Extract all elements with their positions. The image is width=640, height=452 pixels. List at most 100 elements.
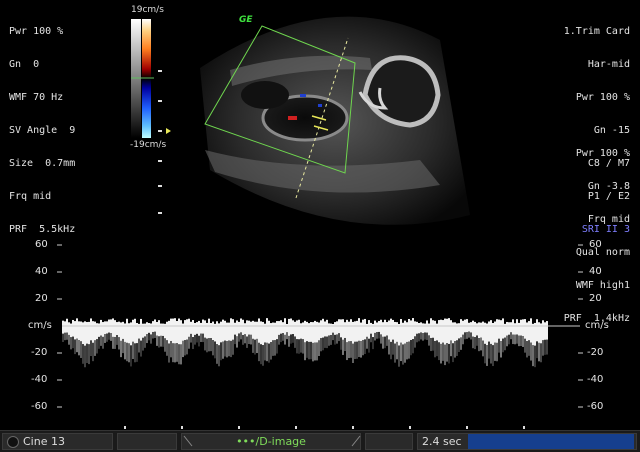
spectral-sample <box>64 332 66 341</box>
spectral-sample <box>150 323 152 335</box>
spectral-sample <box>190 333 192 343</box>
spectral-sample <box>420 322 422 333</box>
spectral-sample <box>334 334 336 345</box>
spectral-sample <box>220 342 222 361</box>
spectral-sample <box>98 336 100 349</box>
spectral-sample <box>488 341 490 359</box>
spectral-sample <box>424 332 426 340</box>
spectral-sample <box>366 336 368 349</box>
param-power: Pwr 100 % <box>575 148 630 159</box>
spectral-sample <box>266 342 268 362</box>
spectral-sample <box>460 319 462 338</box>
spectral-sample <box>330 335 332 345</box>
spectral-sample <box>332 332 334 341</box>
spectral-sample <box>202 333 204 343</box>
spectral-sample <box>234 334 236 345</box>
spectral-sample <box>436 340 438 357</box>
d-image-toggle[interactable]: •••/D-image <box>181 433 361 450</box>
focus-marker <box>166 128 171 134</box>
param-frequency: Frq mid <box>587 214 630 225</box>
spectral-sample <box>124 341 126 360</box>
cine-knob-icon <box>7 436 19 448</box>
axis-tick-right-20: 20 <box>589 293 602 304</box>
spectral-sample <box>410 320 412 340</box>
left-parameter-panel: Pwr 100 % Gn 0 WMF 70 Hz SV Angle 9 Size… <box>9 4 75 246</box>
spectral-sample <box>360 341 362 358</box>
cine-label: Cine 13 <box>23 435 65 448</box>
spectral-sample <box>312 342 314 362</box>
spectral-sample <box>324 321 326 337</box>
spectral-sample <box>364 339 366 355</box>
spectral-sample <box>122 321 124 339</box>
spectral-sample <box>538 322 540 343</box>
spectral-sample <box>344 322 346 338</box>
spectral-sample <box>542 320 544 341</box>
spectral-sample <box>72 336 74 349</box>
spectral-sample <box>90 340 92 357</box>
spectral-sample <box>166 340 168 356</box>
spectral-sample <box>214 341 216 359</box>
time-tick-mark <box>295 426 297 429</box>
status-segment-blank <box>117 433 177 450</box>
spectral-sample <box>454 341 456 358</box>
spectral-sample <box>152 321 154 332</box>
spectral-sample <box>160 335 162 347</box>
spectral-sample <box>400 342 402 362</box>
spectral-sample <box>176 321 178 344</box>
color-flow-red <box>288 116 297 120</box>
spectral-sample <box>332 323 334 333</box>
depth-marker <box>158 100 162 102</box>
spectral-sample <box>468 322 470 332</box>
spectral-sample <box>146 322 148 335</box>
spectral-sample <box>140 340 142 357</box>
spectral-sample <box>434 320 436 341</box>
color-scale-top-label: 19cm/s <box>131 5 164 15</box>
spectral-sample <box>100 335 102 346</box>
spectral-sample <box>404 320 406 344</box>
spectral-sample <box>222 319 224 342</box>
axis-tick-right-40: 40 <box>589 266 602 277</box>
spectral-sample <box>282 333 284 341</box>
spectral-sample <box>140 318 142 341</box>
spectral-sample <box>160 323 162 336</box>
spectral-sample <box>288 318 290 336</box>
spectral-sample <box>390 318 392 342</box>
spectral-sample <box>506 335 508 347</box>
spectral-sample <box>186 339 188 355</box>
spectral-sample <box>98 323 100 337</box>
time-tick-mark <box>523 426 525 429</box>
spectral-sample <box>306 321 308 342</box>
spectral-sample <box>394 321 396 344</box>
spectral-sample <box>532 345 534 367</box>
spectral-sample <box>324 336 326 348</box>
spectral-sample <box>410 339 412 356</box>
depth-marker <box>158 212 162 214</box>
spectral-sample <box>450 340 452 357</box>
spectral-sample <box>442 320 444 343</box>
spectral-sample <box>542 340 544 356</box>
spectral-sample <box>248 334 250 345</box>
spectral-sample <box>472 320 474 337</box>
spectral-sample <box>120 322 122 341</box>
spectral-sample <box>532 323 534 346</box>
spectral-sample <box>522 319 524 337</box>
spectral-sample <box>346 342 348 361</box>
spectral-sample <box>226 322 228 342</box>
spectral-sample <box>250 334 252 345</box>
depth-marker <box>158 70 162 72</box>
spectral-sample <box>486 323 488 346</box>
spectral-sample <box>240 318 242 333</box>
cine-control[interactable]: Cine 13 <box>2 433 113 450</box>
spectral-sample <box>338 333 340 342</box>
spectral-sample <box>490 320 492 344</box>
spectral-sample <box>476 335 478 346</box>
time-tick-mark <box>352 426 354 429</box>
spectral-sample <box>422 323 424 333</box>
spectral-sample <box>430 318 432 338</box>
spectral-sample <box>216 344 218 364</box>
time-tick-mark <box>409 426 411 429</box>
spectral-sample <box>258 342 260 362</box>
spectral-sample <box>240 332 242 340</box>
spectral-sample <box>208 338 210 352</box>
spectral-sample <box>296 339 298 354</box>
